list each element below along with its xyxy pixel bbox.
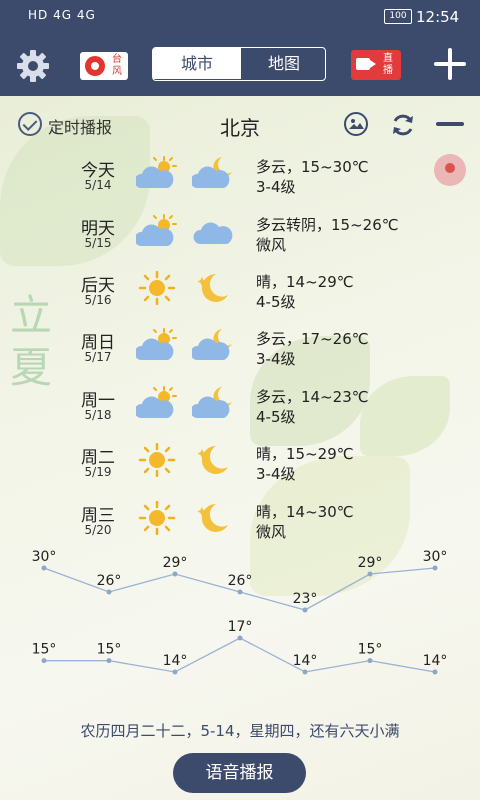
temperature-label: 29°: [163, 555, 188, 571]
partly-cloudy-moon-icon: [190, 328, 234, 362]
forecast-date: 5/17: [84, 350, 112, 364]
temperature-point: [41, 565, 47, 571]
temperature-label: 15°: [97, 642, 122, 658]
temperature-point: [367, 658, 373, 664]
temperature-point: [106, 658, 112, 664]
temperature-point: [302, 607, 308, 613]
add-city-button[interactable]: [434, 48, 466, 80]
refresh-icon[interactable]: [390, 112, 416, 138]
live-button[interactable]: 直播: [351, 50, 401, 80]
forecast-wind: 微风: [256, 523, 287, 541]
temperature-point: [367, 571, 373, 577]
forecast-wind: 4-5级: [256, 408, 296, 426]
battery-icon: 100: [384, 9, 412, 24]
temperature-label: 15°: [358, 642, 383, 658]
tab-map[interactable]: 地图: [241, 48, 325, 79]
forecast-wind: 4-5级: [256, 293, 296, 311]
temperature-label: 23°: [293, 591, 318, 607]
typhoon-button[interactable]: 台风: [80, 52, 128, 80]
temperature-point: [41, 658, 47, 664]
temperature-chart: 30° 26° 29° 26° 23° 29° 30° 15° 15° 14° 17° 14° 15° 1…: [32, 549, 448, 675]
partly-cloudy-sun-icon: [134, 386, 178, 420]
forecast-wind: 3-4级: [256, 178, 296, 196]
temperature-label: 26°: [97, 573, 122, 589]
temperature-point: [172, 669, 178, 675]
forecast-date: 5/16: [84, 293, 112, 307]
forecast-desc: 多云，15~30℃: [256, 158, 369, 176]
forecast-desc: 多云转阴，15~26℃: [256, 216, 399, 234]
collapse-button[interactable]: [436, 122, 464, 126]
lunar-info: 农历四月二十二，5-14，星期四，还有六天小满: [80, 722, 400, 740]
sun-icon: [136, 500, 178, 536]
forecast-row: 今天 5/14 多云，15~30℃ 3-4级: [0, 156, 480, 212]
partly-cloudy-moon-icon: [190, 386, 234, 420]
temperature-label: 30°: [32, 549, 57, 565]
moon-icon: [192, 501, 234, 535]
temperature-label: 14°: [163, 653, 188, 669]
city-name: 北京: [220, 116, 260, 140]
forecast-date: 5/20: [84, 523, 112, 537]
forecast-date: 5/18: [84, 408, 112, 422]
forecast-wind: 3-4级: [256, 465, 296, 483]
forecast-row: 周二 5/19 晴，15~29℃ 3-4级: [0, 442, 480, 499]
forecast-desc: 多云，14~23℃: [256, 388, 369, 406]
video-camera-icon: [356, 58, 376, 70]
temperature-label: 14°: [293, 653, 318, 669]
forecast-date: 5/15: [84, 236, 112, 250]
forecast-row: 明天 5/15 多云转阴，15~26℃ 微风: [0, 214, 480, 270]
forecast-row: 周日 5/17 多云，17~26℃ 3-4级: [0, 328, 480, 384]
temperature-point: [106, 589, 112, 595]
temperature-label: 30°: [423, 549, 448, 565]
app-toolbar: 台风 城市 地图 直播: [0, 34, 480, 96]
temperature-point: [172, 571, 178, 577]
forecast-date: 5/19: [84, 465, 112, 479]
partly-cloudy-sun-icon: [134, 156, 178, 190]
sun-icon: [136, 270, 178, 306]
temperature-point: [237, 635, 243, 641]
gear-icon[interactable]: [15, 48, 51, 84]
moon-icon: [192, 271, 234, 305]
moon-icon: [192, 443, 234, 477]
forecast-desc: 晴，14~30℃: [256, 503, 354, 521]
voice-broadcast-button[interactable]: 语音播报: [173, 753, 306, 793]
network-indicator: HD 4G 4G: [28, 8, 96, 22]
temperature-label: 29°: [358, 555, 383, 571]
partly-cloudy-sun-icon: [134, 328, 178, 362]
temperature-label: 14°: [423, 653, 448, 669]
status-bar: HD 4G 4G 100 12:54: [0, 0, 480, 34]
partly-cloudy-moon-icon: [190, 156, 234, 190]
temperature-label: 26°: [228, 573, 253, 589]
forecast-wind: 微风: [256, 236, 287, 254]
forecast-row: 后天 5/16 晴，14~29℃ 4-5级: [0, 270, 480, 327]
temperature-point: [302, 669, 308, 675]
forecast-row: 周一 5/18 多云，14~23℃ 4-5级: [0, 386, 480, 442]
image-icon[interactable]: [344, 112, 368, 136]
sun-icon: [136, 442, 178, 478]
tab-city[interactable]: 城市: [153, 48, 241, 79]
status-time: 12:54: [416, 8, 460, 26]
cloud-icon: [192, 214, 234, 248]
forecast-date: 5/14: [84, 178, 112, 192]
temperature-point: [432, 565, 438, 571]
temperature-label: 17°: [228, 619, 253, 635]
typhoon-label: 台风: [112, 54, 122, 77]
forecast-desc: 晴，15~29℃: [256, 445, 354, 463]
temperature-point: [432, 669, 438, 675]
forecast-wind: 3-4级: [256, 350, 296, 368]
forecast-desc: 多云，17~26℃: [256, 330, 369, 348]
temperature-label: 15°: [32, 642, 57, 658]
view-switch: 城市 地图: [152, 47, 326, 81]
timer-label: 定时播报: [48, 118, 113, 137]
temperature-point: [237, 589, 243, 595]
partly-cloudy-sun-icon: [134, 214, 178, 248]
checkmark-icon: [18, 112, 42, 136]
forecast-desc: 晴，14~29℃: [256, 273, 354, 291]
typhoon-icon: [85, 56, 105, 76]
live-label: 直播: [383, 53, 393, 76]
